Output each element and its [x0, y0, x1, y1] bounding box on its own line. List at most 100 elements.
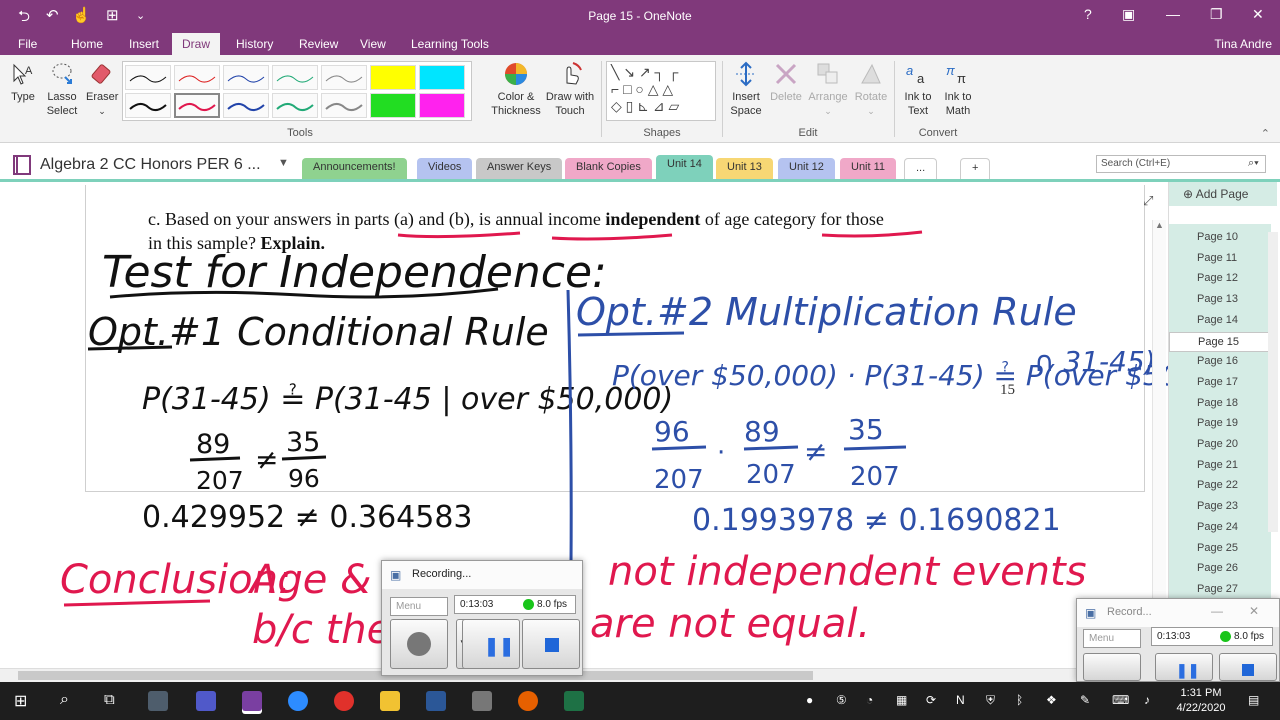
tab-learning-tools[interactable]: Learning Tools	[411, 37, 489, 51]
search-taskbar-icon[interactable]: ⌕	[60, 691, 69, 709]
ink-to-math-button[interactable]: ππ Ink to Math	[938, 61, 978, 118]
stop-button[interactable]	[522, 619, 580, 669]
section-tab[interactable]: ...	[904, 158, 938, 179]
pen-red-thick-selected[interactable]	[174, 93, 220, 118]
arrange-button[interactable]: Arrange ⌄	[806, 61, 850, 118]
page-item[interactable]: Page 27	[1169, 580, 1271, 600]
recorder-close-icon[interactable]: ✕	[1249, 604, 1259, 618]
ink-to-text-button[interactable]: aa Ink to Text	[900, 61, 936, 118]
file-explorer-icon[interactable]	[380, 691, 400, 711]
notebook-dropdown-icon[interactable]: ▼	[278, 157, 289, 169]
tab-history[interactable]: History	[236, 37, 273, 51]
section-tab[interactable]: Blank Copies	[565, 158, 652, 179]
onenote-icon[interactable]	[242, 691, 262, 711]
section-tab[interactable]: Unit 12	[778, 158, 835, 179]
help-button[interactable]: ?	[1084, 6, 1092, 22]
delete-button[interactable]: Delete	[768, 61, 804, 104]
recorder-menu[interactable]: Menu	[390, 597, 448, 616]
insert-space-button[interactable]: Insert Space	[726, 61, 766, 118]
page-item[interactable]: Page 25	[1169, 539, 1271, 559]
tab-insert[interactable]: Insert	[129, 37, 159, 51]
page-item[interactable]: Page 24	[1169, 518, 1271, 538]
pen-gray-thick[interactable]	[321, 93, 367, 118]
tab-home[interactable]: Home	[71, 37, 103, 51]
tray-bluetooth-icon[interactable]: ᛒ	[1016, 693, 1023, 707]
minimize-button[interactable]: —	[1166, 6, 1180, 22]
pen-green-thin[interactable]	[272, 65, 318, 90]
page-item[interactable]: Page 22	[1169, 476, 1271, 496]
collapse-ribbon-icon[interactable]: ⌃	[1261, 127, 1270, 140]
stop-button-secondary[interactable]	[1219, 653, 1277, 681]
tray-sync-icon[interactable]: ⟳	[926, 693, 936, 707]
recorder-secondary-menu[interactable]: Menu	[1083, 629, 1141, 648]
tray-recorder-icon[interactable]: ⑤	[836, 693, 847, 707]
lasso-select-button[interactable]: Lasso Select	[44, 61, 80, 118]
task-view-icon[interactable]: ⧉	[104, 691, 115, 708]
recorder-minimize-icon[interactable]: —	[1211, 604, 1223, 618]
rotate-button[interactable]: Rotate ⌄	[852, 61, 890, 118]
tab-review[interactable]: Review	[299, 37, 338, 51]
pen-gray-thin[interactable]	[321, 65, 367, 90]
section-tab[interactable]: Unit 13	[716, 158, 773, 179]
notifications-icon[interactable]: ▤	[1248, 693, 1259, 707]
scroll-up-icon[interactable]: ▲	[1155, 220, 1164, 230]
pen-blue-thick[interactable]	[223, 93, 269, 118]
start-icon[interactable]: ⊞	[14, 691, 27, 711]
app-icon[interactable]	[472, 691, 492, 711]
zoom-icon[interactable]	[288, 691, 308, 711]
word-icon[interactable]	[426, 691, 446, 711]
taskbar-clock[interactable]: 1:31 PM 4/22/2020	[1170, 686, 1232, 716]
page-list-scrollbar[interactable]	[1268, 232, 1278, 532]
pen-green-thick[interactable]	[272, 93, 318, 118]
page-item[interactable]: Page 14	[1169, 311, 1271, 331]
draw-with-touch-button[interactable]: Draw with Touch	[543, 61, 597, 118]
shapes-gallery[interactable]: ╲ ↘ ↗ ┐ ┌ ⌐ □ ○ △ △ ◇ ▯ ⊾ ⊿ ▱	[606, 61, 716, 121]
page-item[interactable]: Page 19	[1169, 414, 1271, 434]
search-input[interactable]: Search (Ctrl+E)	[1096, 155, 1266, 173]
maximize-button[interactable]: ❐	[1210, 6, 1223, 23]
highlighter-magenta[interactable]	[419, 93, 465, 118]
page-item[interactable]: Page 13	[1169, 290, 1271, 310]
section-tab[interactable]: Unit 14	[656, 155, 713, 179]
tray-network-icon[interactable]: ◔	[866, 693, 873, 707]
page-item[interactable]: Page 26	[1169, 559, 1271, 579]
page-item[interactable]: Page 15	[1169, 331, 1271, 352]
pause-button[interactable]: ❚❚	[462, 619, 520, 669]
tray-volume-icon[interactable]: ♪	[1144, 693, 1150, 707]
ribbon-options-icon[interactable]: ▣	[1122, 6, 1135, 23]
teams-icon[interactable]	[196, 691, 216, 711]
page-item[interactable]: Page 16	[1169, 352, 1271, 372]
section-tab[interactable]: Unit 11	[840, 158, 897, 179]
page-item[interactable]: Page 11	[1169, 249, 1271, 269]
page-item[interactable]: Page 20	[1169, 435, 1271, 455]
page-item[interactable]: Page 10	[1169, 228, 1271, 248]
record-button[interactable]	[390, 619, 448, 669]
section-tab[interactable]: Announcements!	[302, 158, 407, 179]
tray-dropbox-icon[interactable]: ❖	[1046, 693, 1057, 707]
pen-black-thin[interactable]	[125, 65, 171, 90]
tray-onenote-icon[interactable]: N	[956, 693, 965, 707]
pen-red-thin[interactable]	[174, 65, 220, 90]
pen-blue-thin[interactable]	[223, 65, 269, 90]
close-button[interactable]: ✕	[1252, 6, 1264, 23]
tray-keyboard-icon[interactable]: ⌨	[1112, 693, 1129, 707]
color-thickness-button[interactable]: Color & Thickness	[490, 61, 542, 118]
page-canvas[interactable]: ⤢ c. Based on your answers in parts (a) …	[0, 185, 1168, 668]
highlighter-yellow[interactable]	[370, 65, 416, 90]
tray-teams-icon[interactable]: ▦	[896, 693, 907, 707]
screen-recorder-icon[interactable]	[334, 691, 354, 711]
page-item[interactable]: Page 18	[1169, 394, 1271, 414]
highlighter-green[interactable]	[370, 93, 416, 118]
search-icon[interactable]: ⌕▾	[1248, 157, 1259, 170]
tray-security-icon[interactable]: ⛨	[986, 693, 995, 708]
section-tab[interactable]: +	[960, 158, 991, 179]
section-tab[interactable]: Videos	[417, 158, 473, 179]
highlighter-cyan[interactable]	[419, 65, 465, 90]
type-button[interactable]: A Type	[8, 61, 38, 104]
add-page-button[interactable]: ⊕ Add Page	[1169, 182, 1277, 206]
eraser-button[interactable]: Eraser ⌄	[86, 61, 118, 118]
tab-file[interactable]: File	[18, 37, 37, 51]
user-name[interactable]: Tina Andre	[1214, 37, 1272, 51]
firefox-icon[interactable]	[518, 691, 538, 711]
page-item[interactable]: Page 23	[1169, 497, 1271, 517]
